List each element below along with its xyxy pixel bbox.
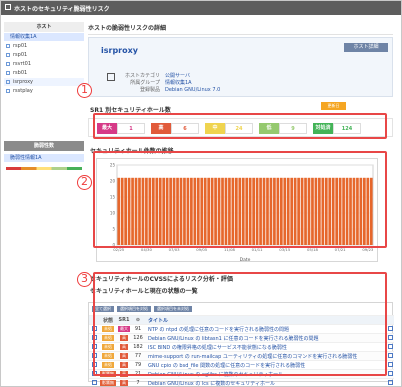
sr1-update-badge: 更新日 — [321, 102, 346, 110]
sidebar: ホスト 情報収集1A rsp01 rsp01 rsvrt01 rsb01 isr… — [4, 22, 84, 352]
risk-color-strip — [6, 167, 82, 170]
sidebar-item-isrproxy[interactable]: isrproxy — [4, 78, 84, 86]
window-title: ホストのセキュリティ脆弱性リスク — [14, 6, 110, 13]
highlight-table — [93, 272, 387, 376]
host-name: isrproxy — [101, 46, 138, 55]
host-icon — [6, 80, 10, 84]
host-icon — [6, 62, 10, 66]
sidebar-group-1[interactable]: 情報収集1A — [4, 33, 84, 41]
sr1-badge: 高 — [120, 380, 128, 386]
sidebar-item-rsb01[interactable]: rsb01 — [4, 69, 84, 77]
row-action-icon[interactable] — [387, 361, 393, 367]
sidebar-item-rsvrt01[interactable]: rsvrt01 — [4, 60, 84, 68]
row-action-icon[interactable] — [387, 343, 393, 349]
host-icon — [6, 71, 10, 75]
row-checkbox[interactable] — [91, 379, 97, 385]
host-field-group: 所属グループ 情報収集1A — [130, 80, 192, 86]
callout-3: 3 — [77, 272, 92, 287]
page-title: ホストの脆弱性リスクの詳細 — [88, 23, 393, 35]
row-action-icon[interactable] — [387, 370, 393, 376]
host-icon — [6, 44, 10, 48]
highlight-chart — [93, 151, 387, 248]
host-info-table: ホストカテゴリ 公開サーバ 所属グループ 情報収集1A 登録製品 Debian GNU… — [122, 72, 272, 93]
home-icon — [5, 4, 11, 10]
highlight-sr1 — [93, 113, 387, 139]
sidebar-header: ホスト — [4, 22, 84, 32]
host-details-button[interactable]: ホスト詳細 — [344, 43, 388, 52]
row-action-icon[interactable] — [387, 325, 393, 331]
vulnerability-count-panel: 脆弱性数 — [4, 141, 84, 151]
host-field-category: ホストカテゴリ 公開サーバ — [124, 73, 190, 79]
row-action-icon[interactable] — [387, 379, 393, 385]
row-action-icon[interactable] — [387, 334, 393, 340]
row-title[interactable]: Debian GNU/Linux の lcs に複数のセキュリティホール — [145, 380, 386, 387]
sidebar-item-rsstplay[interactable]: rsstplay — [4, 87, 84, 95]
sidebar-item-rsp01-2[interactable]: rsp01 — [4, 51, 84, 59]
row-action-icon[interactable] — [387, 352, 393, 358]
top-bar: ホストのセキュリティ脆弱性リスク — [1, 1, 401, 15]
sidebar-group-2[interactable]: 脆弱性情報1A — [4, 154, 84, 162]
host-field-product: 登録製品 Debian GNU/Linux 7.0 — [139, 86, 221, 94]
table-row: 影響無 高 7 Debian GNU/Linux の lcs に複数のセキュリテ… — [89, 378, 394, 387]
status-badge: 影響無 — [100, 380, 116, 386]
sidebar-item-rsp01-1[interactable]: rsp01 — [4, 42, 84, 50]
server-icon — [107, 73, 115, 81]
host-card: isrproxy ホスト詳細 ホストカテゴリ 公開サーバ 所属グループ 情報収集1A… — [88, 37, 393, 97]
x-axis-label: Date — [240, 257, 251, 263]
host-icon — [6, 53, 10, 57]
callout-2: 2 — [77, 175, 92, 190]
host-icon — [6, 89, 10, 93]
row-count: 7 — [136, 380, 140, 386]
callout-1: 1 — [77, 83, 92, 98]
